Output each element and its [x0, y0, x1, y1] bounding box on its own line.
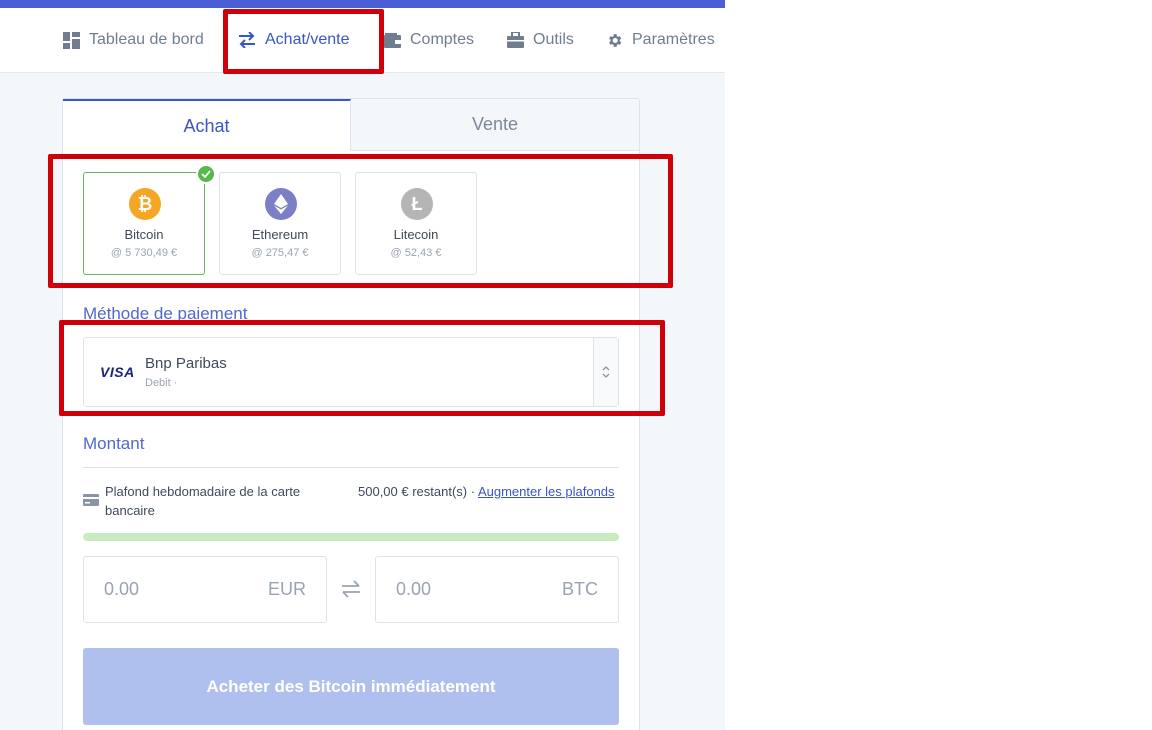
weekly-limit-label: Plafond hebdomadaire de la carte bancair… [105, 484, 301, 518]
weekly-limit-value: 500,00 € restant(s) · Augmenter les plaf… [358, 482, 618, 501]
nav-item-settings[interactable]: Paramètres [605, 8, 715, 72]
payment-method-select[interactable]: VISA Bnp Paribas Debit · [83, 337, 619, 407]
coin-option-litecoin[interactable]: Ł Litecoin @ 52,43 € [355, 172, 477, 275]
nav-item-tools[interactable]: Outils [506, 8, 574, 72]
main-nav: Tableau de bord Achat/vente Comptes Outi… [0, 8, 725, 73]
nav-item-dashboard[interactable]: Tableau de bord [62, 8, 204, 72]
limit-progress-fill [83, 533, 619, 541]
gear-icon [605, 31, 623, 49]
btc-amount-value: 0.00 [396, 579, 432, 599]
nav-item-buy-sell[interactable]: Achat/vente [238, 8, 350, 72]
amount-title: Montant [83, 434, 145, 453]
limit-progress-bar [83, 533, 619, 541]
nav-item-label: Comptes [410, 31, 475, 48]
top-accent-bar [0, 0, 725, 8]
payment-bank-name: Bnp Paribas [145, 355, 227, 372]
trade-card: Achat Vente ₿ Bitcoin @ 5 730,49 € Ether… [62, 98, 640, 730]
tab-buy[interactable]: Achat [63, 99, 351, 151]
payment-card-type: Debit · [145, 377, 178, 389]
coin-price: @ 5 730,49 € [110, 247, 178, 259]
nav-item-accounts[interactable]: Comptes [383, 8, 474, 72]
trade-tabs: Achat Vente [63, 99, 639, 151]
wallet-icon [383, 31, 401, 49]
ethereum-icon [265, 188, 297, 220]
swap-arrows-icon [238, 31, 256, 49]
eur-currency-label: EUR [267, 579, 306, 599]
nav-item-label: Achat/vente [265, 31, 350, 48]
eur-amount-value: 0.00 [104, 579, 140, 599]
coin-option-ethereum[interactable]: Ethereum @ 275,47 € [219, 172, 341, 275]
coin-price: @ 275,47 € [251, 247, 309, 259]
coin-name: Bitcoin [124, 227, 164, 242]
app-window: Tableau de bord Achat/vente Comptes Outi… [0, 0, 725, 730]
credit-card-icon [83, 494, 99, 506]
increase-limits-link[interactable]: Augmenter les plafonds [478, 484, 615, 499]
swap-currency-icon[interactable] [339, 577, 363, 601]
coin-price: @ 52,43 € [390, 247, 442, 259]
btc-amount-input[interactable]: 0.00 BTC [375, 556, 619, 623]
btc-currency-label: BTC [562, 579, 598, 599]
coin-name: Ethereum [251, 227, 309, 242]
coin-option-bitcoin[interactable]: ₿ Bitcoin @ 5 730,49 € [83, 164, 216, 275]
divider [83, 467, 619, 468]
tab-sell[interactable]: Vente [351, 99, 639, 151]
toolbox-icon [506, 31, 524, 49]
dashboard-icon [62, 31, 80, 49]
visa-logo: VISA [100, 364, 135, 380]
buy-now-button[interactable]: Acheter des Bitcoin immédiatement [83, 648, 619, 725]
nav-item-label: Outils [533, 31, 574, 48]
select-arrows-icon[interactable] [593, 338, 618, 406]
bitcoin-icon: ₿ [129, 188, 161, 220]
check-icon [196, 164, 216, 184]
nav-item-label: Tableau de bord [89, 31, 204, 48]
payment-method-title: Méthode de paiement [83, 304, 248, 323]
coin-name: Litecoin [393, 227, 439, 242]
eur-amount-input[interactable]: 0.00 EUR [83, 556, 327, 623]
nav-item-label: Paramètres [632, 31, 715, 48]
litecoin-icon: Ł [401, 188, 433, 220]
limit-remaining: 500,00 € restant(s) · [358, 484, 478, 499]
